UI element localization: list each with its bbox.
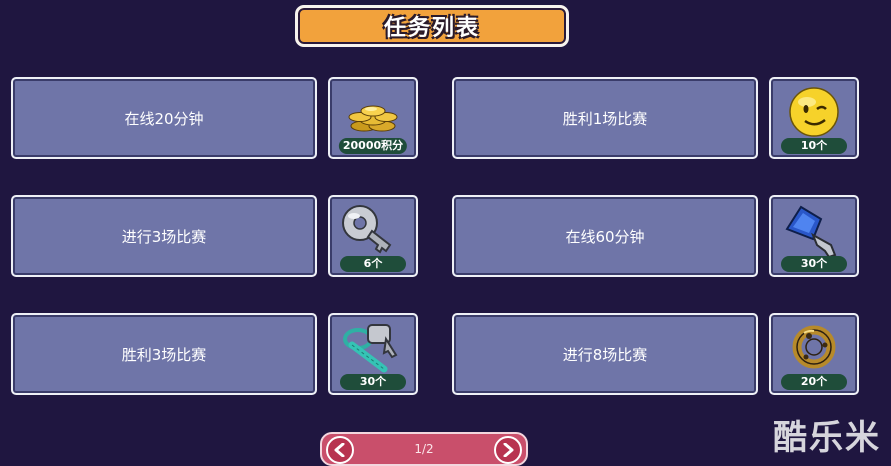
task-online-60min[interactable]: 在线60分钟 xyxy=(452,195,758,277)
task-label: 进行8场比赛 xyxy=(562,345,648,364)
reward-count: 10个 xyxy=(781,138,847,154)
task-online-20min[interactable]: 在线20分钟 xyxy=(11,77,317,159)
reward-slot[interactable]: 30个 xyxy=(328,313,418,395)
reward-slot[interactable]: 20000积分 xyxy=(328,77,418,159)
task-label: 胜利1场比赛 xyxy=(562,109,648,128)
reward-slot[interactable]: 10个 xyxy=(769,77,859,159)
silver-key-icon xyxy=(342,205,392,254)
reward-slot[interactable]: 6个 xyxy=(328,195,418,277)
reward-count: 30个 xyxy=(340,374,406,390)
task-win-3-matches[interactable]: 胜利3场比赛 xyxy=(11,313,317,395)
task-label: 在线60分钟 xyxy=(565,227,645,246)
watermark: 酷乐米 xyxy=(773,418,881,458)
task-play-3-matches[interactable]: 进行3场比赛 xyxy=(11,195,317,277)
reward-count: 6个 xyxy=(340,256,406,272)
task-label: 在线20分钟 xyxy=(124,109,204,128)
task-label: 进行3场比赛 xyxy=(121,227,207,246)
gold-ring-icon xyxy=(792,325,836,369)
smiley-emote-icon xyxy=(789,87,839,137)
reward-count: 20000积分 xyxy=(338,138,408,154)
reward-count: 30个 xyxy=(781,256,847,272)
task-label: 胜利3场比赛 xyxy=(121,345,207,364)
next-page-button[interactable] xyxy=(494,436,522,464)
task-play-8-matches[interactable]: 进行8场比赛 xyxy=(452,313,758,395)
page-title: 任务列表 xyxy=(383,16,480,41)
pagination: 1/2 xyxy=(320,432,528,466)
reward-count: 20个 xyxy=(781,374,847,390)
task-win-1-match[interactable]: 胜利1场比赛 xyxy=(452,77,758,159)
reward-slot[interactable]: 20个 xyxy=(769,313,859,395)
gold-coins-icon xyxy=(348,105,398,132)
key-lanyard-icon xyxy=(343,324,398,373)
reward-slot[interactable]: 30个 xyxy=(769,195,859,277)
title-banner: 任务列表 xyxy=(295,5,569,47)
chevron-right-icon xyxy=(503,443,514,457)
blue-key-icon xyxy=(785,205,837,259)
